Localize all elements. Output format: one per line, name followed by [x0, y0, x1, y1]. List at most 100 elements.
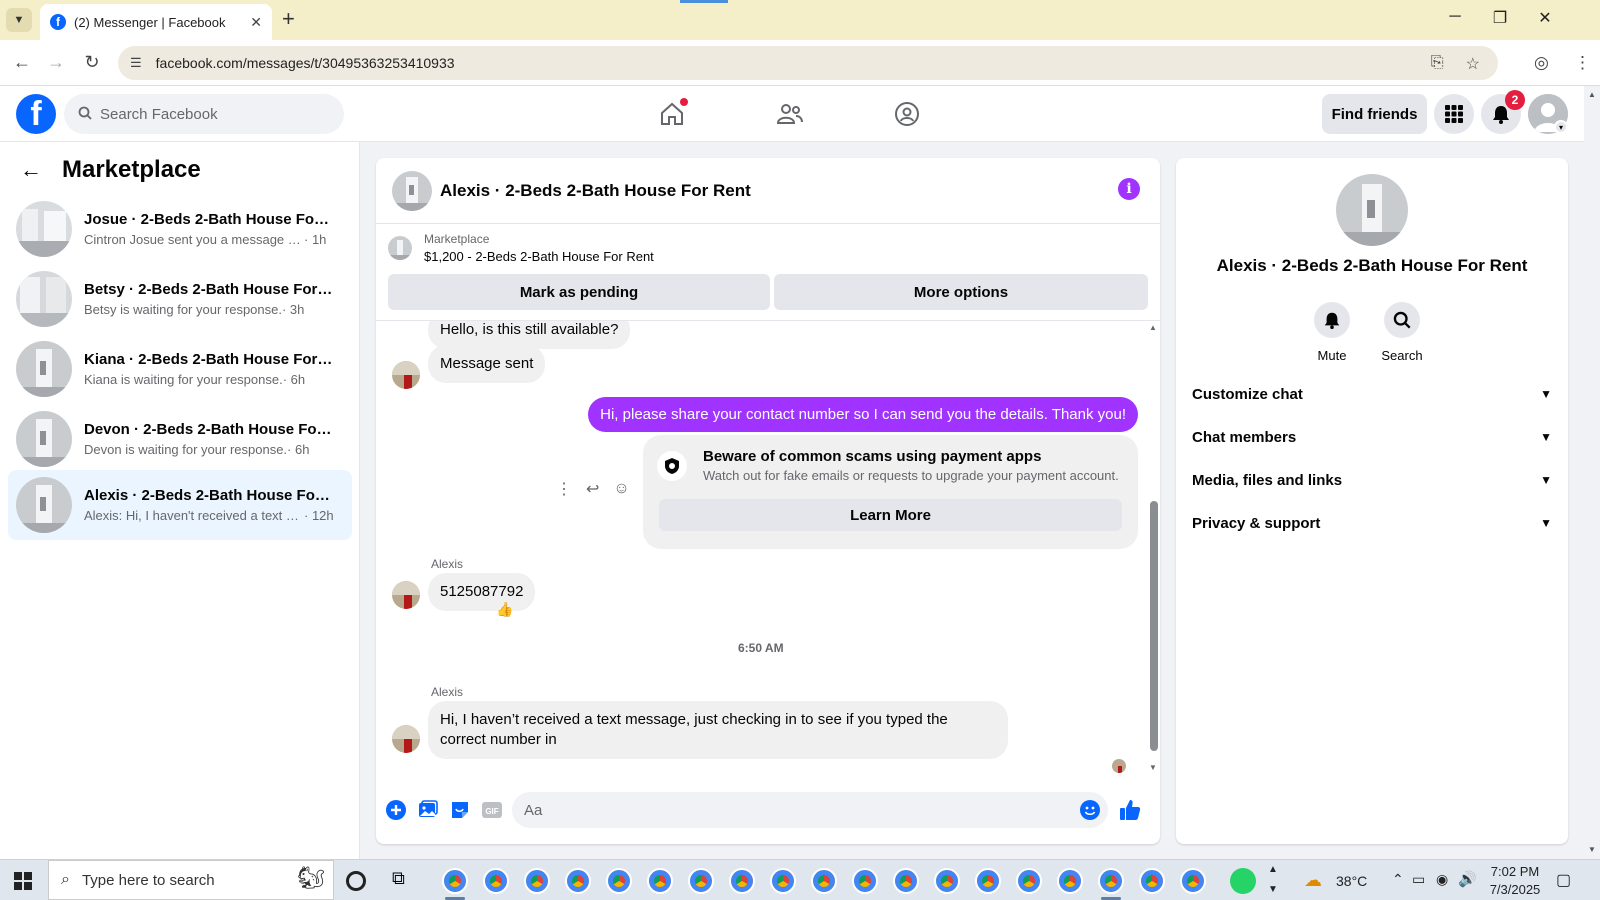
chrome-taskbar-icon[interactable] [1139, 868, 1165, 894]
profile-icon[interactable]: ◎ [1534, 53, 1549, 73]
chat-title[interactable]: Alexis · 2-Beds 2-Bath House For Rent [440, 181, 751, 201]
chrome-taskbar-icon[interactable] [1180, 868, 1206, 894]
facebook-search-input[interactable]: Search Facebook [64, 94, 344, 134]
react-emoji-icon[interactable]: ☺ [613, 480, 629, 498]
reply-icon[interactable]: ↩ [586, 479, 599, 499]
search-in-conversation-button[interactable]: Search [1372, 302, 1432, 363]
chat-avatar[interactable] [392, 170, 432, 211]
taskbar-search[interactable]: ⌕ Type here to search 🐿 [48, 860, 334, 900]
show-hidden-icons-icon[interactable]: ⌃ [1392, 871, 1404, 888]
scroll-down-arrow[interactable]: ▼ [1149, 763, 1157, 772]
windows-start-icon[interactable] [14, 872, 32, 890]
mark-as-pending-button[interactable]: Mark as pending [388, 274, 770, 310]
chrome-taskbar-icon[interactable] [1016, 868, 1042, 894]
camera-icon[interactable]: ◉ [1436, 871, 1448, 888]
chrome-taskbar-icon[interactable] [442, 868, 468, 894]
more-actions-icon[interactable]: ⋮ [556, 479, 572, 499]
chat-members-section[interactable]: Chat members ▼ [1192, 417, 1552, 457]
chrome-taskbar-icon[interactable] [565, 868, 591, 894]
conversation-item[interactable]: Betsy · 2-Beds 2-Bath House For R... Bet… [8, 264, 352, 334]
volume-icon[interactable]: 🔊 [1458, 870, 1477, 888]
facebook-logo[interactable]: f [16, 94, 56, 134]
emoji-icon[interactable] [1078, 798, 1102, 822]
sticker-icon[interactable] [448, 798, 472, 822]
chrome-taskbar-icon[interactable] [975, 868, 1001, 894]
bookmark-star-icon[interactable]: ☆ [1466, 54, 1480, 74]
tab-search-button[interactable]: ▼ [6, 8, 32, 32]
thumbs-up-reaction-icon[interactable]: 👍 [496, 601, 513, 618]
listing-summary[interactable]: Marketplace $1,200 - 2-Beds 2-Bath House… [388, 228, 654, 268]
gif-icon[interactable]: GIF [480, 798, 504, 822]
add-more-icon[interactable] [384, 798, 408, 822]
clock-date[interactable]: 7/3/2025 [1484, 882, 1546, 897]
chrome-taskbar-icon[interactable] [852, 868, 878, 894]
site-info-icon[interactable]: ☰ [130, 55, 142, 71]
page-scroll-up-arrow[interactable]: ▲ [1588, 90, 1596, 99]
home-nav-button[interactable] [652, 94, 692, 134]
thumbs-up-send-icon[interactable] [1118, 798, 1142, 822]
photo-icon[interactable] [416, 798, 440, 822]
close-window-button[interactable]: ✕ [1530, 8, 1560, 28]
conversation-item[interactable]: Devon · 2-Beds 2-Bath House For ... Devo… [8, 404, 352, 474]
task-view-icon[interactable]: ⧉ [392, 868, 418, 894]
chrome-taskbar-icon[interactable] [524, 868, 550, 894]
whatsapp-icon[interactable] [1230, 868, 1256, 894]
network-icon[interactable]: ▭ [1412, 871, 1425, 888]
weather-temperature[interactable]: 38°C [1336, 873, 1367, 889]
notifications-button[interactable]: 2 [1481, 90, 1525, 134]
message-bubble-incoming[interactable]: Hi, I haven’t received a text message, j… [428, 701, 1008, 759]
tray-scroll-up-icon[interactable]: ▲ [1268, 864, 1278, 875]
mute-button[interactable]: Mute [1302, 302, 1362, 363]
conversation-item[interactable]: Kiana · 2-Beds 2-Bath House For R... Kia… [8, 334, 352, 404]
install-app-icon[interactable]: ⎘ [1431, 54, 1444, 74]
media-files-links-section[interactable]: Media, files and links ▼ [1192, 460, 1552, 500]
privacy-support-section[interactable]: Privacy & support ▼ [1192, 503, 1552, 543]
minimize-button[interactable]: ─ [1440, 8, 1470, 26]
chrome-taskbar-icon[interactable] [893, 868, 919, 894]
find-friends-button[interactable]: Find friends [1322, 94, 1427, 134]
new-tab-button[interactable]: + [282, 8, 295, 30]
browser-tab-active[interactable]: f (2) Messenger | Facebook ✕ [40, 4, 272, 40]
chrome-taskbar-icon[interactable] [1057, 868, 1083, 894]
scrollbar-thumb[interactable] [1150, 501, 1158, 751]
back-icon[interactable]: ← [10, 52, 34, 73]
back-arrow-icon[interactable]: ← [20, 157, 42, 183]
chrome-taskbar-icon[interactable] [811, 868, 837, 894]
forward-icon[interactable]: → [44, 52, 68, 73]
chrome-taskbar-icon[interactable] [770, 868, 796, 894]
friends-nav-button[interactable] [770, 94, 810, 134]
chrome-taskbar-icon[interactable] [606, 868, 632, 894]
browser-menu-icon[interactable]: ⋮ [1574, 53, 1591, 73]
notification-center-icon[interactable]: ▢ [1556, 870, 1571, 890]
conversation-item-active[interactable]: Alexis · 2-Beds 2-Bath House For R... Al… [8, 470, 352, 540]
learn-more-button[interactable]: Learn More [659, 499, 1122, 531]
chrome-taskbar-icon[interactable] [483, 868, 509, 894]
page-scroll-down-arrow[interactable]: ▼ [1588, 845, 1596, 854]
chat-scrollbar[interactable]: ▲ ▼ [1148, 321, 1160, 781]
address-bar[interactable]: ☰ facebook.com/messages/t/30495363253410… [118, 46, 1498, 80]
clock-time[interactable]: 7:02 PM [1484, 864, 1546, 879]
account-caret-icon[interactable]: ▾ [1554, 120, 1568, 134]
tray-scroll-down-icon[interactable]: ▼ [1268, 884, 1278, 895]
message-bubble-incoming[interactable]: Message sent [428, 345, 546, 383]
chrome-taskbar-icon[interactable] [729, 868, 755, 894]
more-options-button[interactable]: More options [774, 274, 1148, 310]
chrome-taskbar-icon[interactable] [647, 868, 673, 894]
info-icon[interactable]: i [1118, 178, 1140, 200]
tab-close-icon[interactable]: ✕ [250, 14, 262, 31]
restore-button[interactable]: ❐ [1485, 8, 1515, 28]
cortana-icon[interactable] [346, 871, 366, 891]
message-bubble-outgoing[interactable]: Hi, please share your contact number so … [588, 397, 1138, 432]
chrome-taskbar-icon-active[interactable] [1098, 868, 1124, 894]
message-input[interactable]: Aa [512, 792, 1108, 828]
reload-icon[interactable]: ↻ [80, 52, 104, 73]
chrome-taskbar-icon[interactable] [934, 868, 960, 894]
groups-nav-button[interactable] [887, 94, 927, 134]
message-bubble-incoming[interactable]: 5125087792 [428, 573, 536, 611]
menu-button[interactable] [1434, 94, 1474, 134]
scroll-up-arrow[interactable]: ▲ [1149, 323, 1157, 332]
customize-chat-section[interactable]: Customize chat ▼ [1192, 374, 1552, 414]
weather-icon[interactable]: ☁ [1304, 870, 1322, 891]
conversation-item[interactable]: Josue · 2-Beds 2-Bath House For R... Cin… [8, 194, 352, 264]
conversation-avatar[interactable] [1336, 174, 1408, 246]
